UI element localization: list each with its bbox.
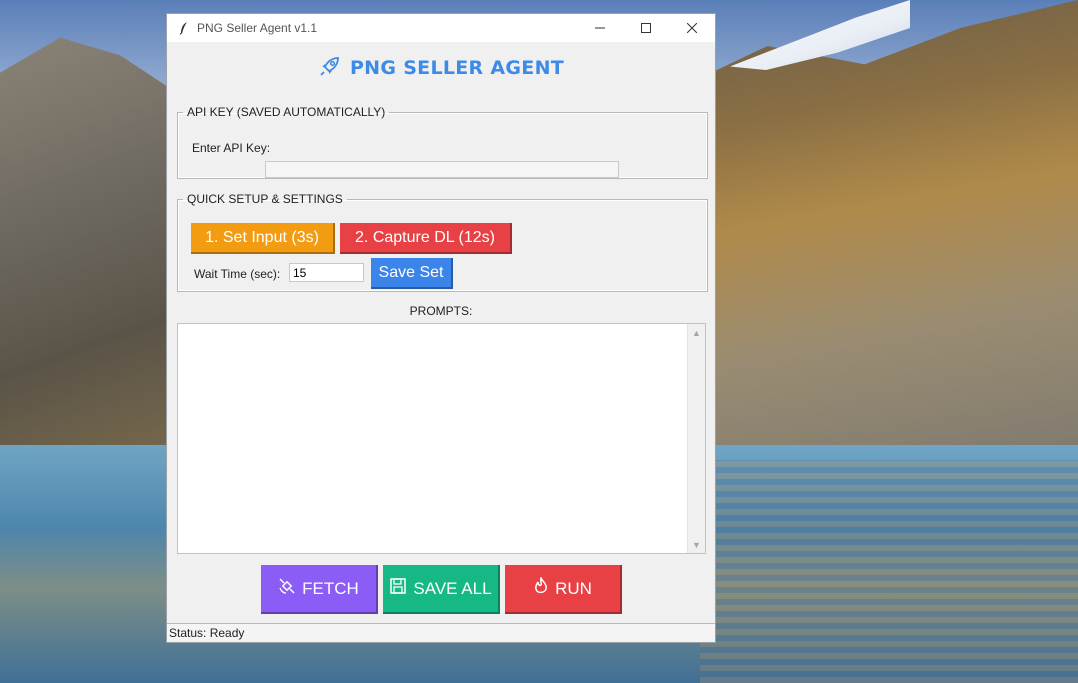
close-button[interactable] bbox=[669, 14, 715, 42]
app-header: PNG SELLER AGENT bbox=[167, 42, 715, 94]
maximize-button[interactable] bbox=[623, 14, 669, 42]
minimize-button[interactable] bbox=[577, 14, 623, 42]
rocket-icon bbox=[318, 54, 342, 83]
fetch-button-label: FETCH bbox=[302, 578, 359, 598]
app-title: PNG SELLER AGENT bbox=[349, 57, 565, 79]
quick-setup-group: QUICK SETUP & SETTINGS 1. Set Input (3s)… bbox=[177, 192, 708, 292]
run-button[interactable]: RUN bbox=[505, 565, 622, 614]
fire-icon bbox=[533, 576, 549, 600]
fetch-button[interactable]: FETCH bbox=[261, 565, 378, 614]
title-bar[interactable]: PNG Seller Agent v1.1 bbox=[167, 14, 715, 42]
prompts-textarea[interactable]: ▲ ▼ bbox=[177, 323, 706, 554]
prompts-label: PROMPTS: bbox=[409, 304, 473, 318]
prompts-scrollbar[interactable]: ▲ ▼ bbox=[687, 324, 705, 553]
scroll-up-icon[interactable]: ▲ bbox=[688, 324, 705, 341]
save-set-button[interactable]: Save Set bbox=[371, 258, 453, 289]
capture-dl-button[interactable]: 2. Capture DL (12s) bbox=[340, 223, 512, 254]
set-input-button[interactable]: 1. Set Input (3s) bbox=[191, 223, 335, 254]
scroll-down-icon[interactable]: ▼ bbox=[688, 536, 705, 553]
wallpaper-reflection bbox=[700, 460, 1078, 683]
feather-icon bbox=[177, 21, 191, 35]
status-bar: Status: Ready bbox=[167, 623, 715, 642]
window-title: PNG Seller Agent v1.1 bbox=[197, 21, 318, 35]
api-key-input[interactable] bbox=[265, 161, 619, 178]
save-all-button-label: SAVE ALL bbox=[413, 578, 492, 598]
api-key-label: Enter API Key: bbox=[192, 141, 271, 155]
app-window: PNG Seller Agent v1.1 PNG SELLER AGENT A… bbox=[166, 13, 716, 643]
wait-time-label: Wait Time (sec): bbox=[194, 267, 281, 281]
api-key-group: API KEY (SAVED AUTOMATICALLY) Enter API … bbox=[177, 105, 708, 179]
floppy-icon bbox=[389, 577, 407, 600]
wallpaper-mountain-right bbox=[690, 0, 1078, 460]
satellite-icon bbox=[278, 577, 296, 600]
quick-setup-group-title: QUICK SETUP & SETTINGS bbox=[187, 192, 343, 206]
run-button-label: RUN bbox=[555, 578, 592, 598]
api-key-group-title: API KEY (SAVED AUTOMATICALLY) bbox=[187, 105, 386, 119]
save-all-button[interactable]: SAVE ALL bbox=[383, 565, 500, 614]
wait-time-input[interactable] bbox=[289, 263, 364, 282]
